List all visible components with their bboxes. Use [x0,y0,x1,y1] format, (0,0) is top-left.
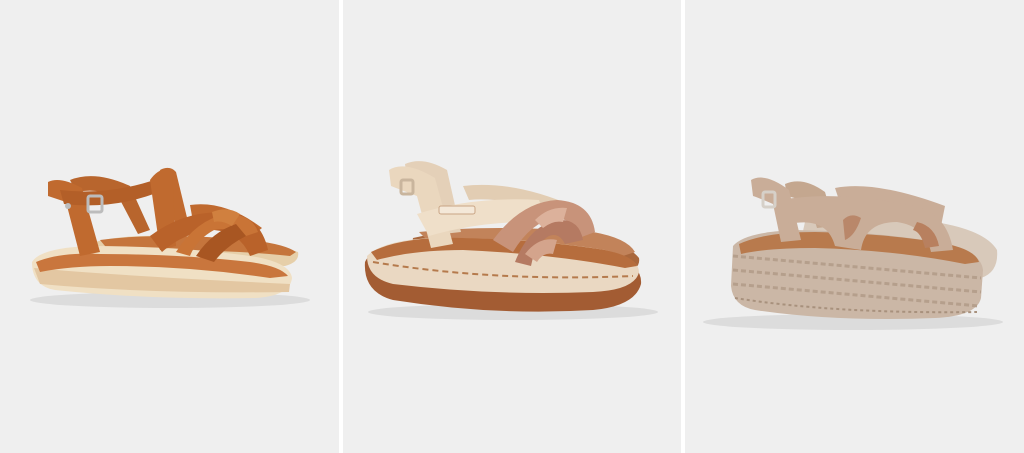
taupe-sandal-image [703,177,1003,330]
product-card-cream-sandal[interactable] [343,0,681,453]
product-card-taupe-sandal[interactable] [685,0,1024,453]
cream-sandal-image [364,161,658,320]
tan-sandal-image [30,167,310,308]
product-gallery [0,0,1024,453]
product-card-tan-sandal[interactable] [0,0,339,453]
